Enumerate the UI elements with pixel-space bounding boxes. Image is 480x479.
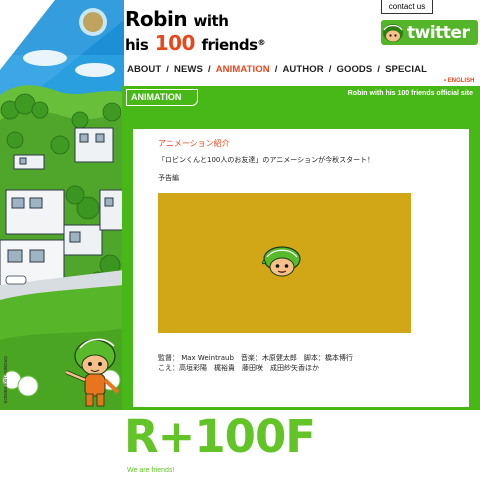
english-link[interactable]: • ENGLISH (444, 78, 474, 84)
credits-staff: 監督： Max Weintraub 音楽：木原健太郎 脚本：橋本博行 (158, 354, 353, 362)
nav-item-goods[interactable]: GOODS (336, 64, 372, 75)
nav-separator: / (207, 64, 211, 75)
site-caption: Robin with his 100 friends official site (347, 90, 473, 97)
nav-item-special[interactable]: SPECIAL (385, 64, 427, 75)
logo-line-2: his 100 friends® (125, 31, 266, 56)
nav-item-about[interactable]: ABOUT (127, 64, 161, 75)
section-description: 「ロビンくんと100人のお友達」のアニメーションが今秋スタート！ (158, 156, 375, 164)
main-nav: ABOUT / NEWS / ANIMATION / AUTHOR / GOOD… (127, 64, 427, 75)
content-panel: ANIMATION Robin with his 100 friends off… (122, 86, 480, 410)
trailer-video-player[interactable] (158, 193, 411, 333)
robin-character-icon[interactable] (260, 246, 302, 280)
nav-separator: / (377, 64, 381, 75)
nav-separator: / (328, 64, 332, 75)
bird-icon (381, 20, 405, 45)
copyright-text: ©ROBIN+100FRIENDS (3, 356, 8, 404)
vertical-copyright: ©ROBIN+100FRIENDS (1, 356, 9, 410)
nav-separator: / (274, 64, 278, 75)
logo-word-his: his (125, 36, 149, 54)
tagline: We are friends! (127, 467, 175, 474)
trailer-label: 予告編 (158, 174, 179, 182)
logo-word-friends: friends (201, 36, 258, 54)
nav-item-animation[interactable]: ANIMATION (216, 64, 270, 75)
logo-word-with: with (193, 12, 229, 30)
section-tab: ANIMATION (126, 89, 198, 106)
credits-cast: こえ：高垣彩陽 梶裕貴 藤田咲 成田紗矢香ほか (158, 364, 319, 372)
credits: 監督： Max Weintraub 音楽：木原健太郎 脚本：橋本博行 こえ：高垣… (158, 353, 353, 373)
logo-word-robin: Robin (125, 7, 188, 31)
town-illustration (0, 0, 124, 410)
logo-line-1: Robin with (125, 8, 265, 32)
content-box: アニメーション紹介 「ロビンくんと100人のお友達」のアニメーションが今秋スター… (131, 127, 471, 409)
contact-button[interactable]: contact us (381, 0, 433, 14)
twitter-button[interactable]: twitter (381, 20, 478, 45)
footer-logo: R+100F (124, 410, 316, 463)
registered-mark: ® (257, 38, 266, 47)
nav-separator: / (166, 64, 170, 75)
site-logo[interactable]: Robin with his 100 friends® (125, 8, 266, 56)
logo-number: 100 (154, 31, 196, 55)
nav-item-news[interactable]: NEWS (174, 64, 203, 75)
section-title: アニメーション紹介 (158, 139, 230, 148)
nav-item-author[interactable]: AUTHOR (282, 64, 323, 75)
twitter-label: twitter (407, 22, 470, 43)
